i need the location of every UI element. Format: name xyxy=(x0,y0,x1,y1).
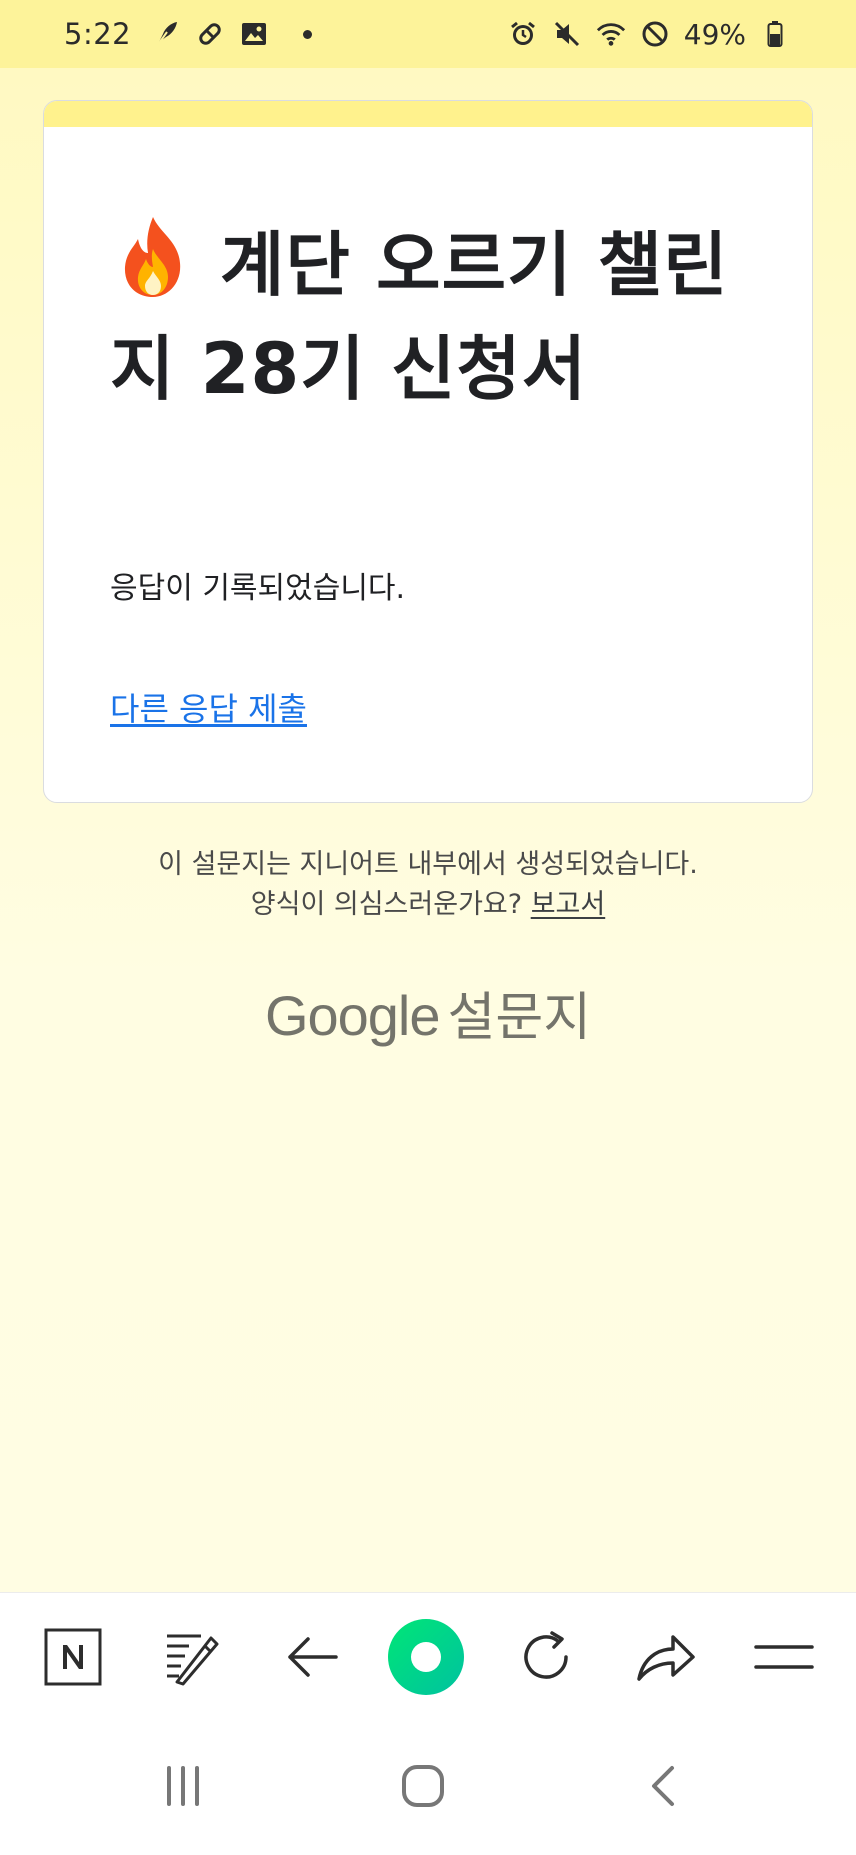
feather-icon xyxy=(151,19,181,49)
edit-icon xyxy=(159,1626,221,1692)
recents-icon xyxy=(161,1764,205,1812)
google-wordmark: Google xyxy=(264,984,441,1047)
back-arrow-icon xyxy=(284,1633,340,1685)
notice-line-1: 이 설문지는 지니어트 내부에서 생성되었습니다. xyxy=(158,849,698,880)
refresh-button[interactable] xyxy=(508,1621,584,1697)
dot-icon xyxy=(303,29,313,39)
report-link[interactable]: 보고서 xyxy=(531,889,606,920)
system-navigation-bar xyxy=(0,1724,856,1855)
menu-icon xyxy=(754,1637,814,1681)
alarm-icon xyxy=(508,19,538,49)
browser-toolbar xyxy=(0,1592,856,1724)
battery-percent: 49% xyxy=(683,17,746,51)
system-back-button[interactable] xyxy=(628,1758,698,1818)
status-right: 49% xyxy=(508,18,790,51)
share-icon xyxy=(635,1629,697,1689)
form-title-text: 계단 오르기 챌린지 28기 신청서 xyxy=(110,224,729,410)
edit-button[interactable] xyxy=(152,1621,228,1697)
response-recorded-message: 응답이 기록되었습니다. xyxy=(110,571,406,606)
refresh-icon xyxy=(516,1627,576,1691)
pill-icon xyxy=(195,19,225,49)
wifi-icon xyxy=(596,19,626,49)
home-icon xyxy=(400,1763,446,1813)
battery-icon xyxy=(760,19,790,49)
form-title: 계단 오르기 챌린지 28기 신청서 xyxy=(110,213,752,421)
status-left: 5:22 xyxy=(64,17,313,51)
share-button[interactable] xyxy=(628,1621,704,1697)
fire-icon xyxy=(110,213,196,299)
green-home-button[interactable] xyxy=(387,1618,465,1700)
naver-icon xyxy=(43,1627,103,1691)
forms-wordmark: 설문지 xyxy=(447,988,592,1048)
google-forms-logo[interactable]: Google 설문지 xyxy=(0,975,856,1050)
notice-line-2: 양식이 의심스러운가요? 보고서 xyxy=(0,885,856,925)
naver-button[interactable] xyxy=(35,1621,111,1697)
form-notice: 이 설문지는 지니어트 내부에서 생성되었습니다. 양식이 의심스러운가요? 보… xyxy=(0,845,856,925)
status-bar: 5:22 49% xyxy=(0,0,856,68)
menu-button[interactable] xyxy=(746,1621,822,1697)
card-accent-bar xyxy=(44,101,812,127)
back-button[interactable] xyxy=(274,1621,350,1697)
green-dot-icon xyxy=(387,1618,465,1700)
notice-question: 양식이 의심스러운가요? xyxy=(250,889,523,920)
do-not-disturb-icon xyxy=(640,19,670,49)
image-icon xyxy=(239,19,269,49)
confirmation-card: 계단 오르기 챌린지 28기 신청서 응답이 기록되었습니다. 다른 응답 제출 xyxy=(43,100,813,803)
mute-icon xyxy=(552,19,582,49)
home-button[interactable] xyxy=(388,1758,458,1818)
recents-button[interactable] xyxy=(148,1758,218,1818)
submit-another-response-link[interactable]: 다른 응답 제출 xyxy=(110,684,307,730)
status-time: 5:22 xyxy=(64,17,132,51)
back-icon xyxy=(648,1764,678,1812)
